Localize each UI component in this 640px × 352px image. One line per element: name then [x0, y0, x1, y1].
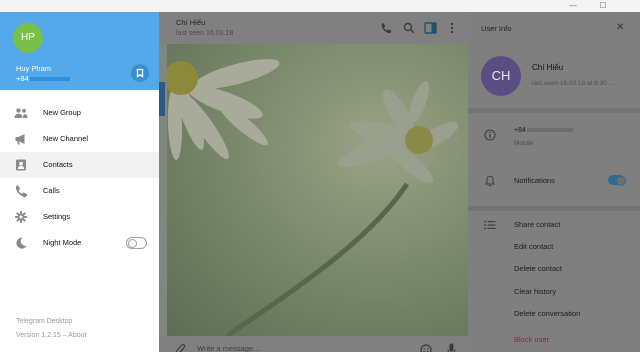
info-circle-icon [484, 129, 496, 141]
phone-icon [15, 185, 28, 197]
microphone-icon[interactable] [447, 343, 456, 352]
edit-contact-action[interactable]: Edit contact [514, 242, 553, 251]
group-icon [14, 108, 28, 118]
notifications-label: Notifications [514, 176, 555, 185]
minimize-button[interactable]: — [560, 0, 586, 12]
night-mode-toggle[interactable] [126, 237, 147, 249]
user-name: Huy Pham [16, 64, 52, 73]
menu-item-new-channel[interactable]: New Channel [0, 126, 159, 152]
bell-icon [484, 175, 496, 187]
notifications-toggle[interactable] [608, 175, 626, 186]
menu-label: Contacts [43, 160, 73, 169]
call-icon[interactable] [380, 22, 392, 34]
chat-header: Chí Hiếu last seen 16.03.18 [159, 12, 468, 44]
phone-redaction [526, 128, 573, 133]
section-divider [468, 108, 640, 113]
chat-background-image [167, 44, 468, 336]
bookmark-icon [136, 68, 144, 78]
clear-history-action[interactable]: Clear history [514, 287, 556, 296]
contact-phone-prefix: +84 [514, 127, 526, 134]
daisy-flowers-image [167, 59, 459, 336]
menu-label: New Channel [43, 134, 89, 143]
contact-card-icon [16, 159, 26, 171]
close-button[interactable]: ✕ [616, 22, 624, 33]
drawer-header: HP Huy Pham +84 [0, 12, 159, 90]
share-contact-action[interactable]: Share contact [514, 220, 560, 229]
section-divider [468, 206, 640, 211]
list-icon [484, 221, 496, 229]
menu-item-calls[interactable]: Calls [0, 178, 159, 204]
menu-label: Calls [43, 186, 60, 195]
more-icon[interactable] [450, 22, 454, 34]
panel-title: User Info [481, 24, 512, 33]
chat-title[interactable]: Chí Hiếu [176, 18, 205, 27]
gear-icon [15, 211, 27, 223]
phone-type-label: Mobile [514, 140, 534, 147]
chat-list-scroll-marker [159, 82, 165, 116]
user-avatar[interactable]: HP [13, 23, 43, 53]
menu-label: Night Mode [43, 238, 82, 247]
contact-phone[interactable]: +84 [514, 127, 573, 134]
delete-contact-action[interactable]: Delete contact [514, 264, 562, 273]
drawer-menu: New Group New Channel Contacts Calls Set… [0, 100, 159, 256]
menu-item-new-group[interactable]: New Group [0, 100, 159, 126]
block-user-action[interactable]: Block user [514, 335, 549, 344]
user-phone-prefix: +84 [16, 74, 29, 83]
contact-last-seen: last seen 16.03.18 at 8:30 ... [532, 80, 615, 87]
user-info-panel: User Info ✕ CH Chí Hiếu last seen 16.03.… [468, 12, 640, 352]
attach-icon[interactable] [176, 343, 186, 352]
user-phone: +84 [16, 74, 70, 83]
saved-messages-button[interactable] [131, 64, 149, 82]
megaphone-icon [15, 134, 25, 145]
app-version-link[interactable]: Version 1.2.15 – About [16, 332, 86, 339]
search-icon[interactable] [403, 22, 415, 34]
menu-item-settings[interactable]: Settings [0, 204, 159, 230]
contact-avatar[interactable]: CH [481, 56, 521, 96]
phone-redaction [29, 77, 70, 82]
delete-conversation-action[interactable]: Delete conversation [514, 309, 580, 318]
chat-area: Chí Hiếu last seen 16.03.18 Write a mess… [159, 12, 468, 352]
menu-item-night-mode[interactable]: Night Mode [0, 230, 159, 256]
menu-label: Settings [43, 212, 71, 221]
app-name: Telegram Desktop [16, 318, 73, 325]
moon-icon [16, 237, 27, 249]
maximize-button[interactable]: ☐ [590, 0, 616, 12]
menu-label: New Group [43, 108, 81, 117]
contact-name: Chí Hiếu [532, 63, 564, 72]
main-menu-drawer: HP Huy Pham +84 New Group New Channel Co… [0, 12, 159, 352]
close-icon: ✕ [616, 22, 625, 33]
compose-bar: Write a message... [159, 336, 468, 352]
chat-status: last seen 16.03.18 [176, 30, 234, 37]
message-input[interactable]: Write a message... [197, 336, 259, 352]
window-title-bar: — ☐ [0, 0, 640, 12]
emoji-icon[interactable] [420, 344, 432, 352]
info-panel-icon[interactable] [424, 22, 437, 34]
menu-item-contacts[interactable]: Contacts [0, 152, 159, 178]
